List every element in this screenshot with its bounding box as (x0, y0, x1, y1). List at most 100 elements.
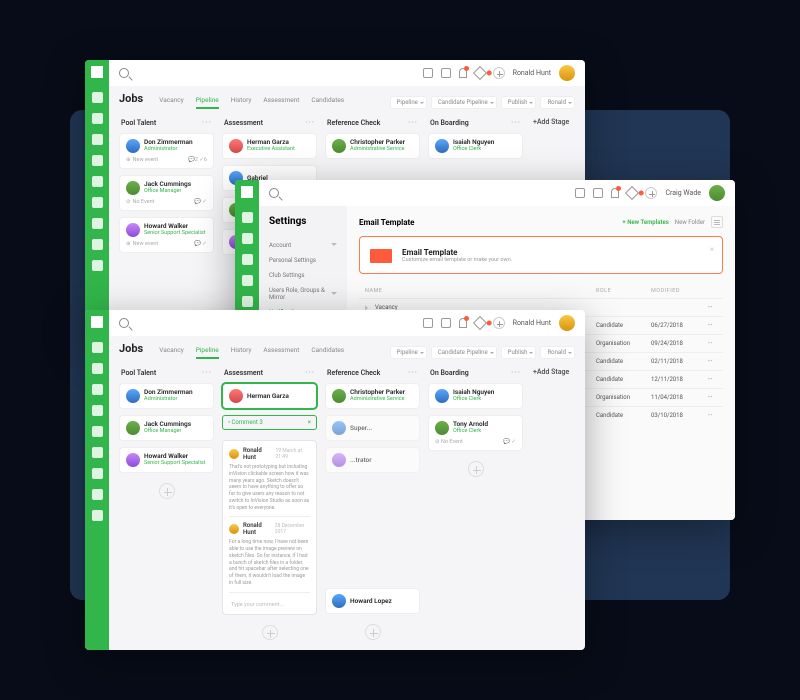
filter-publish[interactable]: Publish (501, 346, 537, 359)
tab-assessment[interactable]: Assessment (263, 96, 299, 107)
nav-icon[interactable] (242, 275, 253, 286)
nav-icon[interactable] (92, 489, 103, 500)
inbox-icon[interactable] (441, 318, 451, 328)
nav-icon[interactable] (92, 218, 103, 229)
filter-publish[interactable]: Publish (501, 96, 537, 109)
add-card-button[interactable] (159, 483, 175, 499)
nav-icon[interactable] (92, 92, 103, 103)
filter-user[interactable]: Ronald (540, 346, 575, 359)
nav-icon[interactable] (242, 212, 253, 223)
nav-icon[interactable] (92, 363, 103, 374)
add-button[interactable] (493, 67, 505, 79)
more-icon[interactable]: ··· (511, 368, 521, 377)
candidate-card[interactable]: Don ZimmermanAdministrator ⊕ New event💬2… (119, 133, 214, 169)
filter-pipeline[interactable]: Pipeline (390, 96, 427, 109)
view-toggle-icon[interactable] (711, 216, 723, 228)
add-card-button[interactable] (365, 624, 381, 640)
grid-icon[interactable] (423, 318, 433, 328)
add-button[interactable] (493, 317, 505, 329)
candidate-card[interactable]: Christopher ParkerAdministrative Service (325, 133, 420, 159)
candidate-card[interactable]: Herman Garza (222, 383, 317, 409)
comment-header[interactable]: • Comment 3× (222, 415, 317, 430)
new-folder-button[interactable]: New Folder (675, 219, 705, 226)
candidate-card[interactable]: Howard WalkerSenior Support Specialist (119, 447, 214, 473)
grid-icon[interactable] (575, 188, 585, 198)
search-icon[interactable] (119, 68, 129, 78)
nav-icon[interactable] (92, 113, 103, 124)
row-more-icon[interactable]: ··· (703, 412, 717, 419)
candidate-card[interactable]: Tony ArnoldOffice Clerk⊘ No Event💬 ✓ (428, 415, 523, 451)
bell-icon[interactable] (459, 318, 467, 328)
candidate-card[interactable]: ...trator (325, 447, 420, 473)
inbox-icon[interactable] (593, 188, 603, 198)
nav-icon[interactable] (92, 342, 103, 353)
more-icon[interactable]: ··· (305, 118, 315, 127)
tab-pipeline[interactable]: Pipeline (196, 96, 219, 109)
nav-icon[interactable] (92, 510, 103, 521)
nav-icon[interactable] (92, 447, 103, 458)
nav-icon[interactable] (92, 134, 103, 145)
avatar[interactable] (559, 315, 575, 331)
candidate-card[interactable]: Jack CummingsOffice Manager (119, 415, 214, 441)
new-templates-button[interactable]: + New Templates (622, 219, 668, 226)
tab-pipeline[interactable]: Pipeline (196, 346, 219, 359)
avatar[interactable] (709, 185, 725, 201)
row-more-icon[interactable]: ··· (703, 340, 717, 347)
tab-history[interactable]: History (231, 96, 252, 107)
candidate-card[interactable]: Isaiah NguyenOffice Clerk (428, 133, 523, 159)
comment-input[interactable]: Type your comment... (229, 598, 310, 608)
more-icon[interactable]: ··· (305, 368, 315, 377)
settings-users[interactable]: Users Role, Groups & Mirror (269, 283, 337, 305)
more-icon[interactable]: ··· (408, 368, 418, 377)
candidate-card[interactable]: Christopher ParkerAdministrative Service (325, 383, 420, 409)
search-icon[interactable] (119, 318, 129, 328)
more-icon[interactable]: ··· (408, 118, 418, 127)
more-icon[interactable]: ··· (202, 118, 212, 127)
close-icon[interactable]: × (710, 245, 714, 254)
nav-icon[interactable] (242, 233, 253, 244)
nav-icon[interactable] (92, 197, 103, 208)
close-icon[interactable]: × (308, 419, 311, 426)
settings-personal[interactable]: Personal Settings (269, 253, 337, 268)
nav-icon[interactable] (92, 260, 103, 271)
tab-assessment[interactable]: Assessment (263, 346, 299, 357)
filter-cand-pipeline[interactable]: Candidate Pipeline (431, 346, 497, 359)
nav-icon[interactable] (92, 468, 103, 479)
tab-vacancy[interactable]: Vacancy (159, 346, 184, 357)
nav-icon[interactable] (92, 405, 103, 416)
nav-icon[interactable] (92, 384, 103, 395)
bell-icon[interactable] (459, 68, 467, 78)
settings-account[interactable]: Account (269, 237, 337, 253)
nav-icon[interactable] (92, 155, 103, 166)
tab-vacancy[interactable]: Vacancy (159, 96, 184, 107)
more-icon[interactable]: ··· (511, 118, 521, 127)
candidate-card[interactable]: Herman GarzaExecutive Assistant (222, 133, 317, 159)
row-more-icon[interactable]: ··· (703, 376, 717, 383)
grid-icon[interactable] (423, 68, 433, 78)
filter-pipeline[interactable]: Pipeline (390, 346, 427, 359)
tab-candidates[interactable]: Candidates (311, 346, 344, 357)
tag-icon[interactable] (473, 316, 487, 330)
row-more-icon[interactable]: ··· (703, 358, 717, 365)
more-icon[interactable]: ··· (202, 368, 212, 377)
search-icon[interactable] (269, 188, 279, 198)
filter-cand-pipeline[interactable]: Candidate Pipeline (431, 96, 497, 109)
inbox-icon[interactable] (441, 68, 451, 78)
settings-club[interactable]: Club Settings (269, 268, 337, 283)
row-more-icon[interactable]: ··· (703, 322, 717, 329)
tab-candidates[interactable]: Candidates (311, 96, 344, 107)
nav-icon[interactable] (92, 176, 103, 187)
column-add-stage[interactable]: +Add Stage (531, 368, 575, 640)
candidate-card[interactable]: Isaiah NguyenOffice Clerk (428, 383, 523, 409)
tag-icon[interactable] (625, 186, 639, 200)
tab-history[interactable]: History (231, 346, 252, 357)
candidate-card[interactable]: Super... (325, 415, 420, 441)
nav-icon[interactable] (242, 254, 253, 265)
add-card-button[interactable] (468, 461, 484, 477)
filter-user[interactable]: Ronald (540, 96, 575, 109)
candidate-card[interactable]: Don ZimmermanAdministrator (119, 383, 214, 409)
nav-icon[interactable] (92, 239, 103, 250)
candidate-card[interactable]: Jack CummingsOffice Manager ⊘ No Event💬 … (119, 175, 214, 211)
candidate-card[interactable]: Howard Lopez (325, 588, 420, 614)
add-card-button[interactable] (262, 625, 278, 641)
